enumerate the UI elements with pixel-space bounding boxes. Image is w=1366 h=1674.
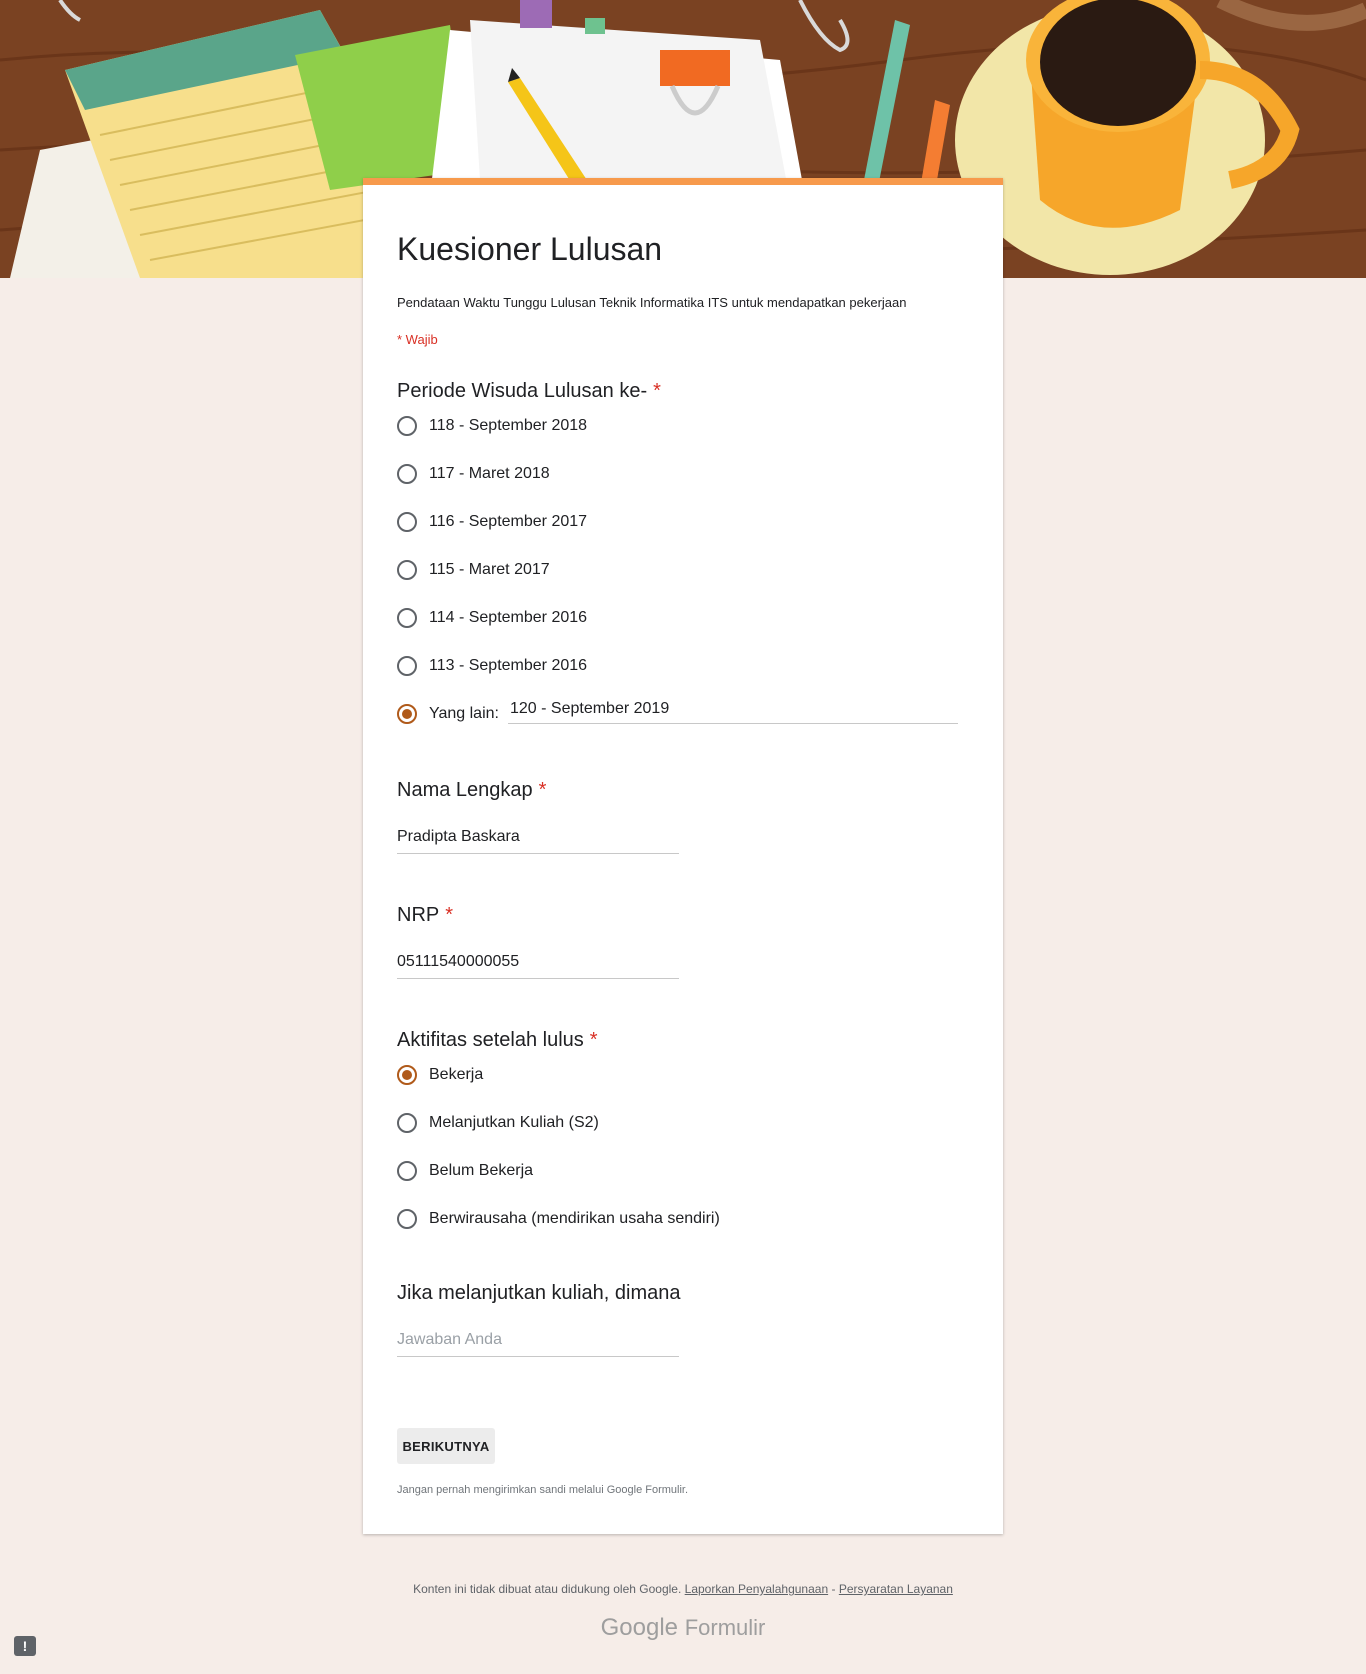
radio-label: 115 - Maret 2017 bbox=[429, 561, 550, 578]
separator: - bbox=[831, 1582, 836, 1596]
google-forms-logo[interactable]: Google Formulir bbox=[0, 1614, 1366, 1642]
question-label: Aktifitas setelah lulus bbox=[397, 1029, 584, 1051]
radio-button[interactable] bbox=[397, 608, 417, 628]
radio-label: 114 - September 2016 bbox=[429, 609, 588, 626]
question-label: Periode Wisuda Lulusan ke- bbox=[397, 380, 648, 402]
radio-button[interactable] bbox=[397, 560, 417, 580]
footer-disclaimer: Konten ini tidak dibuat atau didukung ol… bbox=[0, 1582, 1366, 1596]
nama-input[interactable]: Pradipta Baskara bbox=[397, 824, 679, 854]
radio-button[interactable] bbox=[397, 464, 417, 484]
radio-label: 113 - September 2016 bbox=[429, 657, 588, 674]
radio-option-118[interactable]: 118 - September 2018 bbox=[397, 413, 587, 439]
next-button[interactable]: BERIKUTNYA bbox=[397, 1428, 495, 1464]
radio-button-selected[interactable] bbox=[397, 704, 417, 724]
brand-google: Google bbox=[600, 1614, 679, 1641]
radio-button[interactable] bbox=[397, 1113, 417, 1133]
radio-label: 117 - Maret 2018 bbox=[429, 465, 550, 482]
report-issue-icon[interactable]: ! bbox=[14, 1636, 36, 1656]
radio-option-belum-bekerja[interactable]: Belum Bekerja bbox=[397, 1158, 533, 1184]
question-label: Nama Lengkap bbox=[397, 779, 533, 801]
required-asterisk: * bbox=[589, 1029, 598, 1051]
radio-label: Melanjutkan Kuliah (S2) bbox=[429, 1114, 599, 1131]
nrp-input[interactable]: 05111540000055 bbox=[397, 949, 679, 979]
other-text-input[interactable]: 120 - September 2019 bbox=[508, 698, 958, 724]
question-title-nama: Nama Lengkap * bbox=[397, 779, 546, 802]
radio-label: Belum Bekerja bbox=[429, 1162, 534, 1179]
form-description: Pendataan Waktu Tunggu Lulusan Teknik In… bbox=[397, 295, 907, 310]
question-title-kuliah: Jika melanjutkan kuliah, dimana bbox=[397, 1282, 681, 1305]
radio-label: Berwirausaha (mendirikan usaha sendiri) bbox=[429, 1210, 720, 1227]
radio-option-berwirausaha[interactable]: Berwirausaha (mendirikan usaha sendiri) bbox=[397, 1206, 720, 1232]
disclaimer-text: Konten ini tidak dibuat atau didukung ol… bbox=[413, 1582, 682, 1596]
radio-option-bekerja[interactable]: Bekerja bbox=[397, 1062, 483, 1088]
form-title: Kuesioner Lulusan bbox=[397, 231, 663, 267]
question-title-aktifitas: Aktifitas setelah lulus * bbox=[397, 1029, 598, 1052]
report-abuse-link[interactable]: Laporkan Penyalahgunaan bbox=[685, 1582, 828, 1596]
radio-button[interactable] bbox=[397, 1161, 417, 1181]
kuliah-input[interactable]: Jawaban Anda bbox=[397, 1327, 679, 1357]
radio-label: 118 - September 2018 bbox=[429, 417, 588, 434]
required-asterisk: * bbox=[653, 380, 661, 402]
required-asterisk: * bbox=[445, 904, 454, 926]
radio-option-113[interactable]: 113 - September 2016 bbox=[397, 653, 587, 679]
radio-label: Bekerja bbox=[429, 1066, 484, 1083]
radio-option-other[interactable]: Yang lain: bbox=[397, 701, 499, 727]
radio-option-114[interactable]: 114 - September 2016 bbox=[397, 605, 587, 631]
form-card: Kuesioner Lulusan Pendataan Waktu Tunggu… bbox=[363, 178, 1003, 1534]
radio-option-117[interactable]: 117 - Maret 2018 bbox=[397, 461, 550, 487]
radio-button[interactable] bbox=[397, 1209, 417, 1229]
brand-formulir: Formulir bbox=[684, 1615, 766, 1640]
question-label: Jika melanjutkan kuliah, dimana bbox=[397, 1282, 681, 1304]
radio-button[interactable] bbox=[397, 512, 417, 532]
question-title-nrp: NRP * bbox=[397, 904, 453, 927]
question-title-periode: Periode Wisuda Lulusan ke- * bbox=[397, 380, 661, 403]
radio-option-116[interactable]: 116 - September 2017 bbox=[397, 509, 587, 535]
radio-button[interactable] bbox=[397, 416, 417, 436]
question-label: NRP bbox=[397, 904, 440, 926]
radio-option-115[interactable]: 115 - Maret 2017 bbox=[397, 557, 550, 583]
radio-button-selected[interactable] bbox=[397, 1065, 417, 1085]
required-asterisk: * bbox=[538, 779, 547, 801]
radio-option-melanjutkan-kuliah[interactable]: Melanjutkan Kuliah (S2) bbox=[397, 1110, 599, 1136]
radio-label-other: Yang lain: bbox=[429, 705, 499, 722]
password-warning: Jangan pernah mengirimkan sandi melalui … bbox=[397, 1484, 689, 1496]
required-note: * Wajib bbox=[397, 332, 438, 347]
radio-label: 116 - September 2017 bbox=[429, 513, 588, 530]
radio-button[interactable] bbox=[397, 656, 417, 676]
terms-link[interactable]: Persyaratan Layanan bbox=[839, 1582, 953, 1596]
